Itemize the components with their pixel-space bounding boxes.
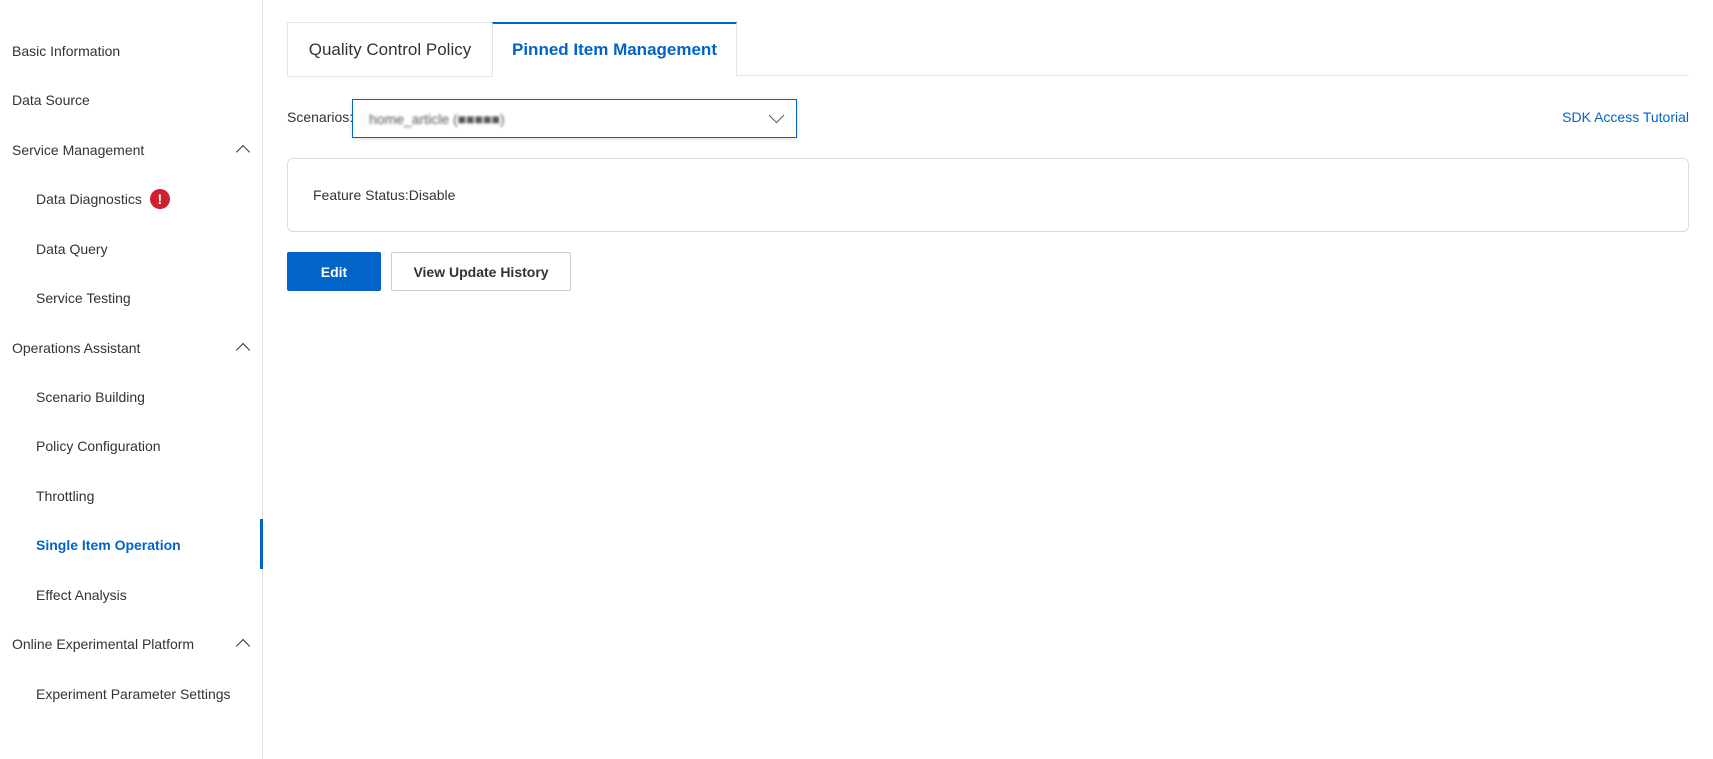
sidebar-item-label: Throttling	[36, 488, 95, 504]
sidebar-item-data-query[interactable]: Data Query	[0, 229, 262, 269]
sidebar-item-data-source[interactable]: Data Source	[0, 80, 262, 120]
sidebar-item-label: Online Experimental Platform	[12, 636, 195, 652]
sidebar-group-service-management[interactable]: Service Management	[0, 130, 262, 170]
sidebar-group-online-experimental-platform[interactable]: Online Experimental Platform	[0, 624, 262, 664]
sidebar: Basic Information Data Source Service Ma…	[0, 0, 263, 759]
scenarios-label: Scenarios:	[287, 109, 354, 125]
sidebar-item-single-item-operation[interactable]: Single Item Operation	[0, 519, 263, 569]
sidebar-item-effect-analysis[interactable]: Effect Analysis	[0, 575, 262, 615]
sidebar-item-label: Single Item Operation	[36, 537, 181, 553]
sidebar-item-label: Data Source	[12, 92, 90, 108]
sidebar-item-label: Experiment Parameter Settings	[36, 686, 231, 702]
chevron-up-icon	[235, 342, 251, 358]
chevron-up-icon	[235, 638, 251, 654]
sidebar-item-basic-information[interactable]: Basic Information	[0, 31, 262, 71]
sidebar-item-label: Effect Analysis	[36, 587, 127, 603]
scenarios-select[interactable]: home_article (■■■■■)	[352, 99, 797, 138]
sidebar-item-label: Data Query	[36, 241, 108, 257]
warning-icon: !	[149, 189, 170, 209]
feature-status-text: Feature Status:Disable	[313, 187, 456, 203]
sidebar-group-operations-assistant[interactable]: Operations Assistant	[0, 328, 262, 368]
sidebar-item-scenario-building[interactable]: Scenario Building	[0, 377, 262, 417]
sidebar-item-label: Operations Assistant	[12, 340, 141, 356]
tab-label: Pinned Item Management	[512, 40, 717, 59]
tab-label: Quality Control Policy	[308, 39, 472, 59]
scenarios-select-value: home_article (■■■■■)	[369, 110, 505, 127]
sidebar-item-label: Scenario Building	[36, 389, 145, 405]
tab-pinned-item-management[interactable]: Pinned Item Management	[492, 22, 737, 77]
tab-quality-control-policy[interactable]: Quality Control Policy	[287, 22, 493, 77]
sidebar-item-experiment-parameter-settings[interactable]: Experiment Parameter Settings	[0, 674, 262, 714]
sidebar-item-throttling[interactable]: Throttling	[0, 476, 262, 516]
feature-status-panel: Feature Status:Disable	[287, 158, 1689, 232]
sidebar-item-label: Basic Information	[12, 43, 121, 59]
sidebar-item-label: Data Diagnostics	[36, 191, 142, 207]
chevron-up-icon	[235, 144, 251, 160]
sdk-access-tutorial-link[interactable]: SDK Access Tutorial	[1562, 109, 1689, 125]
sidebar-item-service-testing[interactable]: Service Testing	[0, 278, 262, 318]
sidebar-item-data-diagnostics[interactable]: Data Diagnostics!	[0, 179, 262, 219]
chevron-down-icon	[768, 107, 785, 124]
sidebar-item-policy-configuration[interactable]: Policy Configuration	[0, 426, 262, 466]
sidebar-item-label: Service Management	[12, 142, 145, 158]
view-update-history-button[interactable]: View Update History	[391, 252, 571, 291]
sidebar-item-label: Service Testing	[36, 290, 131, 306]
tab-bar: Quality Control Policy Pinned Item Manag…	[287, 22, 1689, 77]
sidebar-item-label: Policy Configuration	[36, 438, 161, 454]
edit-button[interactable]: Edit	[287, 252, 381, 291]
